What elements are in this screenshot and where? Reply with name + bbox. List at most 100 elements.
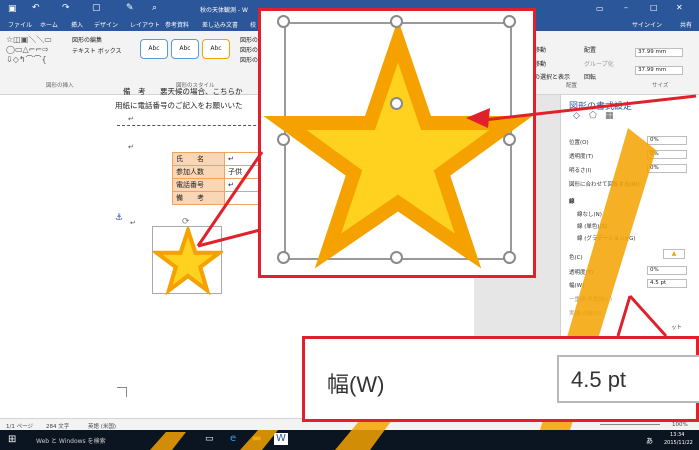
dash-type-label: 実線/点線(D) [569, 311, 602, 317]
effects-icon[interactable]: ⬠ [589, 111, 597, 121]
zoom-slider[interactable] [600, 424, 660, 425]
clock-date: 2015/11/22 [664, 440, 693, 446]
resize-handle-top[interactable] [390, 15, 403, 28]
zoom-level[interactable]: 100% [672, 422, 688, 428]
paragraph-mark-2: ↵ [128, 143, 134, 151]
line-section-header[interactable]: 線 [569, 197, 575, 205]
ribbon-display-icon[interactable]: ▭ [596, 4, 604, 13]
shape-height-input[interactable]: 37.99 mm [635, 48, 683, 57]
table-header-cell: 備 考 [172, 191, 225, 205]
registration-table: 氏 名 ↵ 参加人数 子供 電話番号 ↵ 備 考 [172, 152, 265, 205]
resize-handle-top-right[interactable] [503, 15, 516, 28]
corner-mark [117, 387, 127, 397]
tab-file[interactable]: ファイル [8, 20, 32, 29]
group-label-size: サイズ [652, 83, 669, 89]
open-icon[interactable]: ✎ [126, 3, 134, 13]
edit-shape-button[interactable]: 図形の編集 [72, 35, 102, 44]
word-count[interactable]: 284 文字 [46, 422, 69, 430]
maximize-button[interactable]: □ [650, 3, 658, 12]
shape-outline-button[interactable]: 図形の [240, 45, 258, 54]
new-doc-icon[interactable]: ▢ [92, 3, 101, 13]
resize-handle-right[interactable] [503, 133, 516, 146]
shape-fill-button[interactable]: 図形の [240, 35, 258, 44]
resize-handle-left[interactable] [277, 133, 290, 146]
doc-line-1: 悪天候の場合、こちらか [160, 87, 243, 96]
taskbar: ⊞ Web と Windows を検索 ▭ e ▬ W あ 13:34 2015… [0, 430, 699, 450]
undo-icon[interactable]: ↶ [32, 3, 40, 13]
doc-line-2: 用紙に電話番号のご記入をお願いいた [115, 101, 243, 110]
shape-gallery[interactable]: ☆◫▣＼＼▭ ◯▭△⌐⌐⇨ ⇩◇↰⌒⌒{ [6, 35, 66, 65]
align-button[interactable]: 配置 [584, 45, 596, 54]
table-header-cell: 電話番号 [172, 178, 225, 192]
minimize-button[interactable]: – [624, 3, 628, 12]
position-label: 位置(O) [569, 140, 589, 146]
tab-references[interactable]: 参考資料 [165, 20, 189, 29]
table-header-cell: 参加人数 [172, 165, 225, 179]
style-sample-3[interactable]: Abc [202, 39, 230, 59]
solid-line-radio[interactable]: 線 (単色)(S) [577, 222, 607, 230]
rotate-with-shape-checkbox[interactable]: 図形に合わせて回転する(W) [569, 180, 639, 188]
line-width-label: 幅(W) [569, 283, 585, 289]
group-label-insert-shapes: 図形の挿入 [46, 83, 74, 89]
star-zoom-callout [258, 8, 536, 278]
line-transparency-label: 透明度(T) [569, 270, 594, 276]
resize-handle-bottom-right[interactable] [503, 251, 516, 264]
anchor-icon: ⚓ [115, 213, 124, 223]
table-row: 参加人数 子供 [172, 165, 265, 179]
account-signin[interactable]: サインイン [632, 20, 662, 29]
tab-design[interactable]: デザイン [94, 20, 118, 29]
tab-insert[interactable]: 挿入 [71, 20, 83, 29]
window-title: 秋の天体観測 - W [200, 7, 248, 14]
shape-effects-button[interactable]: 図形の [240, 55, 258, 64]
star-shape[interactable] [153, 227, 223, 295]
save-icon[interactable]: ▣ [8, 4, 17, 14]
size-icon[interactable]: ▦ [605, 111, 614, 121]
rotate-button[interactable]: 回転 [584, 72, 596, 81]
tab-layout[interactable]: レイアウト [130, 20, 160, 29]
line-width-input[interactable]: 4.5 pt [647, 279, 687, 288]
star-zoom-image [263, 19, 533, 269]
text-box-button[interactable]: テキスト ボックス [72, 46, 122, 55]
group-button[interactable]: グループ化 [584, 59, 614, 68]
edge-icon[interactable]: e [230, 433, 236, 444]
task-view-icon[interactable]: ▭ [205, 434, 214, 444]
rotate-handle-icon[interactable]: ⟳ [182, 217, 190, 227]
adjust-handle[interactable] [390, 97, 403, 110]
resize-handle-bottom-left[interactable] [277, 251, 290, 264]
width-zoom-callout: 幅(W) 4.5 pt [302, 336, 699, 422]
redo-icon[interactable]: ↷ [62, 3, 70, 13]
paragraph-mark: ↵ [128, 115, 134, 123]
shape-width-input[interactable]: 37.99 mm [635, 66, 683, 75]
no-line-radio[interactable]: 線なし(N) [577, 210, 602, 218]
search-icon[interactable]: ⌕ [152, 3, 157, 13]
taskbar-search-box[interactable]: Web と Windows を検索 [36, 436, 106, 445]
windows-logo-icon[interactable]: ⊞ [8, 434, 16, 445]
table-row: 電話番号 ↵ [172, 178, 265, 192]
compound-type-label: 一重線/多重線(C) [569, 297, 612, 303]
tab-review[interactable]: 校 [250, 20, 256, 29]
resize-handle-bottom[interactable] [390, 251, 403, 264]
style-sample-2[interactable]: Abc [171, 39, 199, 59]
position-input[interactable]: 0% [647, 136, 687, 145]
paragraph-mark-3: ↵ [130, 219, 136, 227]
language-indicator[interactable]: 英語 (米国) [88, 422, 116, 430]
page-count[interactable]: 1/1 ページ [6, 422, 33, 430]
fill-icon[interactable]: ◇ [573, 111, 580, 121]
close-button[interactable]: ✕ [676, 3, 683, 12]
ime-indicator[interactable]: あ [646, 436, 653, 446]
line-color-picker[interactable]: ▲ [663, 249, 685, 259]
zoom-width-label: 幅(W) [327, 372, 385, 397]
brightness-input[interactable]: 0% [647, 164, 687, 173]
tab-mailings[interactable]: 差し込み文書 [202, 20, 238, 29]
star-shape-selection[interactable] [152, 226, 223, 295]
tab-home[interactable]: ホーム [40, 20, 58, 29]
gradient-line-radio[interactable]: 線 (グラデーション)(G) [577, 234, 635, 242]
explorer-icon[interactable]: ▬ [252, 433, 261, 444]
style-sample-1[interactable]: Abc [140, 39, 168, 59]
table-header-cell: 氏 名 [172, 152, 225, 166]
transparency-input[interactable]: 0% [647, 150, 687, 159]
share-button[interactable]: 共有 [680, 20, 692, 29]
line-transparency-input[interactable]: 0% [647, 266, 687, 275]
word-icon[interactable]: W [274, 433, 288, 445]
resize-handle-top-left[interactable] [277, 15, 290, 28]
